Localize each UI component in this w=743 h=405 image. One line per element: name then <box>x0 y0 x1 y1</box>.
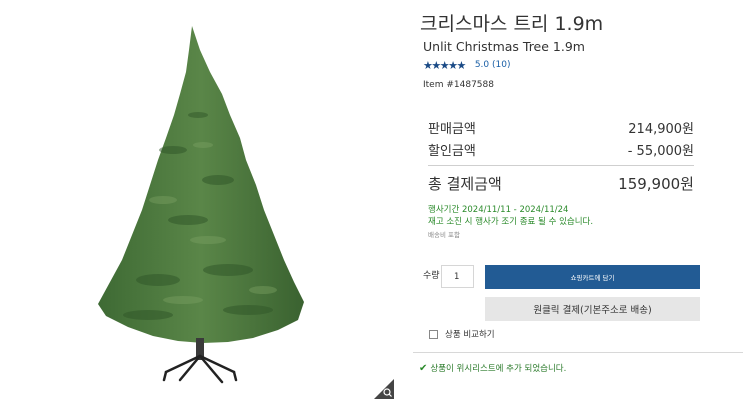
product-subtitle: Unlit Christmas Tree 1.9m <box>423 39 585 54</box>
discount-value: - 55,000원 <box>627 144 694 159</box>
wishlist-notification: ✔ 상품이 위시리스트에 추가 되었습니다. <box>419 362 567 375</box>
sale-price-value: 214,900원 <box>628 122 694 137</box>
total-price-value: 159,900원 <box>618 175 694 193</box>
compare-checkbox-row[interactable]: 상품 비교하기 <box>429 328 495 340</box>
product-rating[interactable]: ★★★★★ 5.0 (10) <box>423 58 510 72</box>
shipping-note: 배송비 포함 <box>428 231 460 239</box>
christmas-tree-image <box>98 26 304 384</box>
star-icon: ★★★★★ <box>423 58 466 72</box>
compare-checkbox[interactable] <box>429 329 438 339</box>
event-note: 재고 소진 시 행사가 조기 종료 될 수 있습니다. <box>428 217 594 227</box>
add-to-cart-button[interactable]: 쇼핑카트에 담기 <box>485 265 700 289</box>
product-info-panel: 크리스마스 트리 1.9m Unlit Christmas Tree 1.9m … <box>413 0 743 405</box>
price-divider <box>428 165 694 166</box>
rating-link[interactable]: 5.0 (10) <box>475 60 511 70</box>
one-click-checkout-button[interactable]: 원클릭 결제(기본주소로 배송) <box>485 297 700 321</box>
discount-row: 할인금액 - 55,000원 <box>428 140 694 159</box>
quantity-label: 수량 <box>423 271 440 281</box>
sale-price-row: 판매금액 214,900원 <box>428 118 694 137</box>
item-number: Item #1487588 <box>423 80 494 90</box>
discount-label: 할인금액 <box>428 144 476 159</box>
event-period: 행사기간 2024/11/11 - 2024/11/24 <box>428 205 569 215</box>
sale-price-label: 판매금액 <box>428 122 476 137</box>
zoom-icon[interactable] <box>374 379 394 399</box>
total-price-row: 총 결제금액 159,900원 <box>428 173 694 194</box>
quantity-input[interactable]: 1 <box>441 265 474 288</box>
check-icon: ✔ <box>419 362 428 374</box>
compare-label: 상품 비교하기 <box>445 330 495 340</box>
product-image[interactable] <box>88 20 318 390</box>
total-price-label: 총 결제금액 <box>428 175 502 193</box>
section-divider <box>413 352 743 353</box>
product-title: 크리스마스 트리 1.9m <box>420 13 604 35</box>
wishlist-message: 상품이 위시리스트에 추가 되었습니다. <box>430 364 567 374</box>
